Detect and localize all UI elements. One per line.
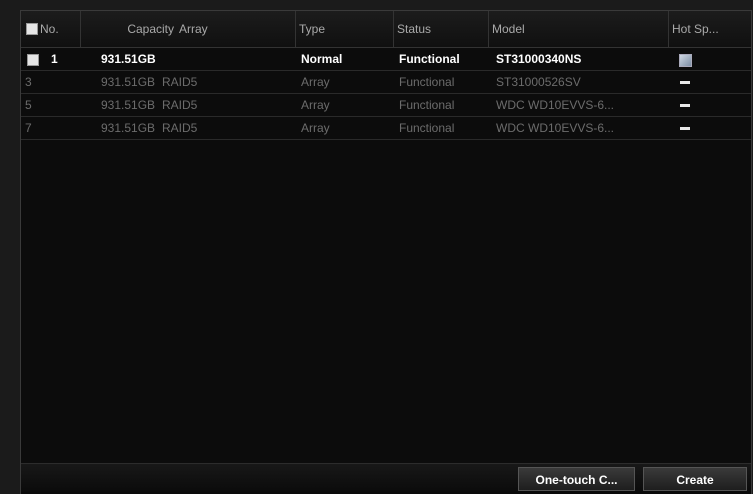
column-hot-spare[interactable]: Hot Sp... (669, 11, 751, 47)
table-footer: One-touch C... Create (21, 463, 751, 494)
create-button[interactable]: Create (643, 467, 747, 491)
row-no: 5 (25, 98, 32, 112)
row-no: 7 (25, 121, 32, 135)
row-model: WDC WD10EVVS-6... (496, 121, 615, 135)
row-status: Functional (399, 121, 455, 135)
row-array: RAID5 (162, 75, 198, 89)
row-status: Functional (399, 75, 455, 89)
column-no-label: No. (40, 22, 59, 36)
column-array[interactable]: Array (176, 11, 296, 47)
hot-spare-dash-icon (680, 81, 690, 84)
row-array: RAID5 (162, 98, 198, 112)
row-checkbox[interactable] (27, 54, 39, 66)
select-all-checkbox[interactable] (26, 23, 38, 35)
row-array: RAID5 (162, 121, 198, 135)
table-row[interactable]: 3 931.51GB RAID5 Array Functional ST3100… (21, 71, 751, 94)
hot-spare-checked-icon[interactable] (679, 54, 692, 67)
row-model: WDC WD10EVVS-6... (496, 98, 615, 112)
disk-list-panel: No. Capacity Array Type Status Model Hot… (20, 10, 752, 494)
row-capacity: 931.51GB (101, 52, 156, 66)
row-type: Array (301, 75, 330, 89)
row-type: Array (301, 121, 330, 135)
column-model[interactable]: Model (489, 11, 669, 47)
hot-spare-dash-icon (680, 104, 690, 107)
table-row[interactable]: 5 931.51GB RAID5 Array Functional WDC WD… (21, 94, 751, 117)
one-touch-config-button[interactable]: One-touch C... (518, 467, 635, 491)
column-status[interactable]: Status (394, 11, 489, 47)
row-capacity: 931.51GB (101, 75, 156, 89)
row-status: Functional (399, 98, 455, 112)
hot-spare-dash-icon (680, 127, 690, 130)
row-model: ST31000340NS (496, 52, 582, 66)
row-type: Array (301, 98, 330, 112)
row-type: Normal (301, 52, 343, 66)
table-row[interactable]: 7 931.51GB RAID5 Array Functional WDC WD… (21, 117, 751, 140)
table-row[interactable]: 1 931.51GB Normal Functional ST31000340N… (21, 48, 751, 71)
column-no[interactable]: No. (21, 11, 81, 47)
row-capacity: 931.51GB (101, 121, 156, 135)
row-capacity: 931.51GB (101, 98, 156, 112)
row-model: ST31000526SV (496, 75, 581, 89)
row-no: 3 (25, 75, 32, 89)
row-no: 1 (51, 52, 58, 66)
row-status: Functional (399, 52, 460, 66)
column-type[interactable]: Type (296, 11, 394, 47)
table-header: No. Capacity Array Type Status Model Hot… (21, 11, 751, 48)
column-capacity[interactable]: Capacity (81, 11, 176, 47)
